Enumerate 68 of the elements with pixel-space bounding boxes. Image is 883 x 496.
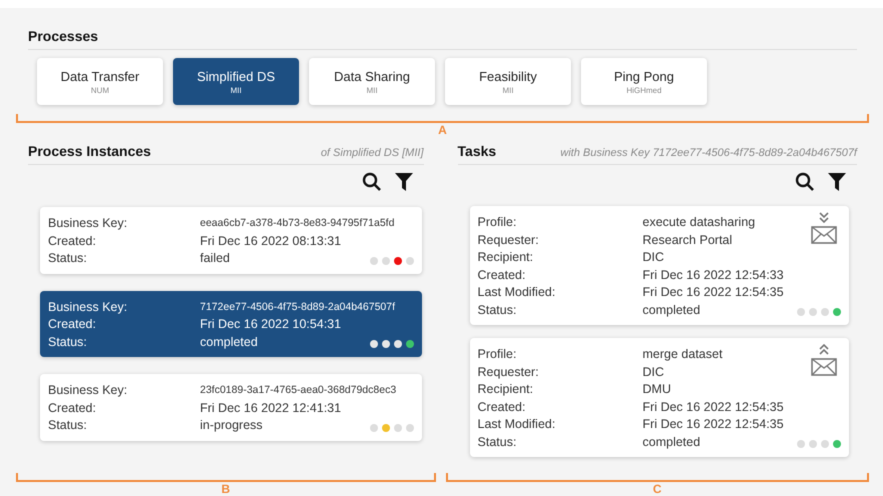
- instance-card[interactable]: Business Key: eeaa6cb7-a378-4b73-8e83-94795f71a5fd Created: Fri Dec 16 2022 08:13:31 Status: failed: [40, 207, 422, 274]
- annotation-label: B: [220, 482, 232, 496]
- filter-icon[interactable]: [394, 172, 414, 192]
- field-value: completed: [200, 334, 258, 351]
- field-label: Profile:: [478, 214, 518, 231]
- field-label: Last Modified:: [478, 416, 556, 433]
- field-label: Last Modified:: [478, 284, 556, 301]
- field-value: merge dataset: [642, 346, 722, 363]
- process-tile[interactable]: Data Transfer NUM: [37, 58, 163, 105]
- field-label: Business Key:: [48, 382, 128, 399]
- section-title: Process Instances: [28, 143, 151, 159]
- field-value: Fri Dec 16 2022 12:54:33: [642, 266, 784, 284]
- field-label: Status:: [478, 434, 518, 450]
- field-label: Recipient:: [478, 381, 534, 398]
- field-label: Created:: [478, 398, 526, 416]
- field-label: Requester:: [478, 232, 540, 249]
- field-value: eeaa6cb7-a378-4b73-8e83-94795f71a5fd: [200, 216, 394, 231]
- field-value: execute datasharing: [642, 214, 756, 231]
- search-icon[interactable]: [362, 172, 382, 192]
- field-value: completed: [642, 434, 700, 451]
- field-label: Business Key:: [48, 215, 128, 232]
- field-value: DMU: [642, 381, 671, 398]
- double-chevron-down-icon[interactable]: [818, 212, 830, 223]
- annotation-label: A: [437, 123, 448, 137]
- field-value: Fri Dec 16 2022 08:13:31: [200, 232, 342, 250]
- section-subtitle: with Business Key 7172ee77-4506-4f75-8d89-2a04b467507f: [560, 147, 857, 159]
- task-card[interactable]: Profile: execute datasharing Requester: Research Portal Recipient: DIC Created: Fri Dec 16 2022 12:54:33 Last Modified: Fri Dec 16 2022 12:54:35 Status: completed: [470, 206, 849, 325]
- field-value: in-progress: [200, 417, 263, 434]
- field-label: Business Key:: [48, 298, 128, 316]
- field-label: Created:: [48, 400, 97, 416]
- field-value: 23fc0189-3a17-4765-aea0-368d79dc8ec3: [200, 383, 396, 398]
- instance-card[interactable]: Business Key: 23fc0189-3a17-4765-aea0-368d79dc8ec3 Created: Fri Dec 16 2022 12:41:31 Status: in-progress: [40, 374, 422, 440]
- process-tile[interactable]: Data Sharing MII: [309, 58, 435, 105]
- field-label: Status:: [48, 334, 88, 350]
- envelope-icon: [811, 226, 837, 244]
- process-tile[interactable]: Feasibility MII: [445, 58, 571, 105]
- field-label: Status:: [478, 302, 518, 318]
- field-label: Created:: [48, 232, 97, 250]
- section-title: Processes: [28, 28, 98, 44]
- double-chevron-up-icon[interactable]: [818, 344, 830, 355]
- filter-icon[interactable]: [827, 172, 847, 192]
- field-label: Status:: [48, 250, 88, 267]
- process-tile[interactable]: Simplified DS MII: [173, 58, 299, 105]
- field-value: failed: [200, 250, 230, 267]
- field-value: 7172ee77-4506-4f75-8d89-2a04b467507f: [200, 300, 396, 314]
- task-card[interactable]: Profile: merge dataset Requester: DIC Recipient: DMU Created: Fri Dec 16 2022 12:54:35 Last Modified: Fri Dec 16 2022 12:54:35 Status: completed: [470, 338, 849, 457]
- field-label: Created:: [478, 266, 526, 284]
- field-value: Fri Dec 16 2022 12:41:31: [200, 400, 342, 416]
- field-label: Requester:: [478, 364, 540, 381]
- field-label: Profile:: [478, 346, 518, 363]
- annotation-label: C: [652, 482, 663, 496]
- field-value: Fri Dec 16 2022 12:54:35: [642, 416, 784, 433]
- field-value: Research Portal: [642, 232, 732, 248]
- field-value: completed: [642, 302, 700, 319]
- field-label: Created:: [48, 316, 97, 333]
- process-tile[interactable]: Ping Pong HiGHmed: [581, 58, 707, 105]
- field-label: Status:: [48, 417, 88, 434]
- section-subtitle: of Simplified DS [MII]: [320, 147, 424, 159]
- instance-card[interactable]: Business Key: 7172ee77-4506-4f75-8d89-2a04b467507f Created: Fri Dec 16 2022 10:54:31 Status: completed: [40, 290, 422, 357]
- field-value: Fri Dec 16 2022 12:54:35: [642, 284, 784, 301]
- field-value: DIC: [642, 364, 664, 380]
- section-title: Tasks: [458, 143, 496, 159]
- field-value: DIC: [642, 249, 664, 266]
- field-value: Fri Dec 16 2022 10:54:31: [200, 316, 342, 333]
- field-label: Recipient:: [478, 249, 534, 266]
- search-icon[interactable]: [795, 172, 815, 192]
- envelope-icon: [811, 358, 837, 376]
- field-value: Fri Dec 16 2022 12:54:35: [642, 398, 784, 416]
